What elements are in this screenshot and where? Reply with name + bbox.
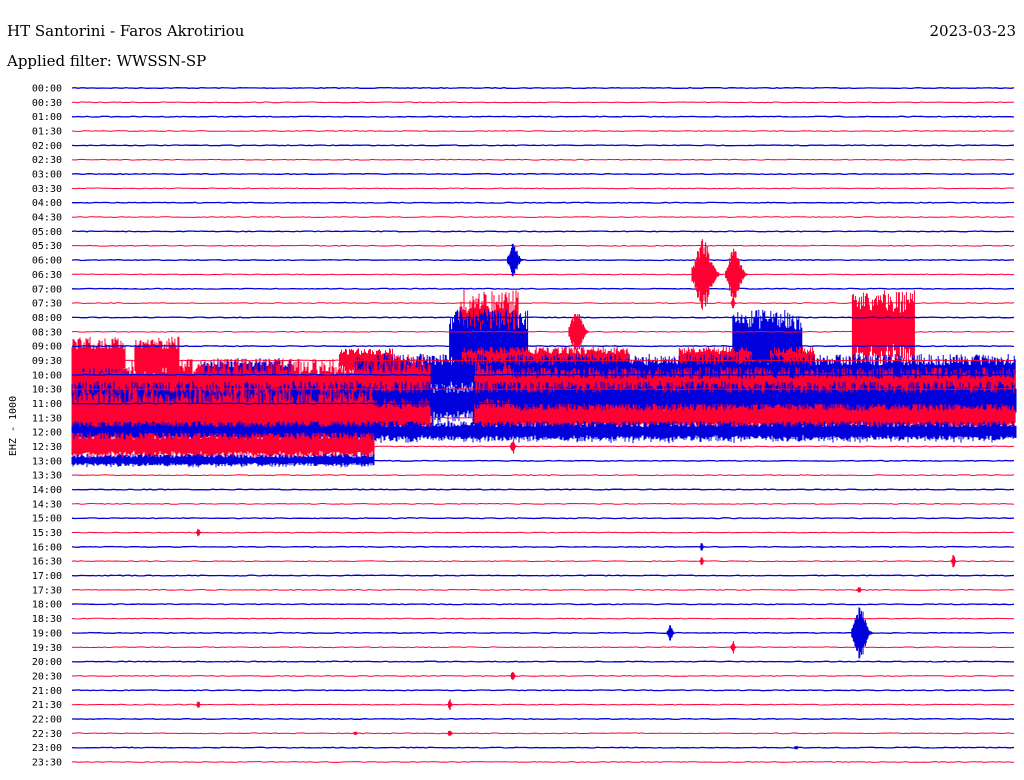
trace-row [71,474,1015,477]
filter-label: Applied filter: WWSSN-SP [6,52,206,70]
tick-label: 05:30 [32,241,62,252]
trace-row [71,373,1015,376]
tick-label: 04:30 [32,213,62,224]
tick-label: 19:30 [32,643,62,654]
tick-label: 05:00 [32,227,62,238]
tick-label: 10:00 [32,370,62,381]
tick-label: 18:30 [32,614,62,625]
tick-label: 15:00 [32,514,62,525]
tick-label: 12:00 [32,428,62,439]
tick-label: 17:00 [32,571,62,582]
tick-label: 06:30 [32,270,62,281]
tick-label: 03:30 [32,184,62,195]
tick-label: 08:00 [32,313,62,324]
tick-label: 21:00 [32,686,62,697]
tick-label: 16:30 [32,557,62,568]
trace-row [71,244,1015,247]
trace-row [71,545,1015,548]
trace-row [71,86,1015,90]
trace-row [71,345,1015,348]
tick-label: 08:30 [32,327,62,338]
tick-label: 10:30 [32,385,62,396]
tick-label: 17:30 [32,585,62,596]
tick-label: 03:00 [32,170,62,181]
trace-row [72,316,1015,319]
tick-label: 23:30 [32,757,62,768]
tick-label: 14:30 [32,499,62,510]
chart-date: 2023-03-23 [930,22,1016,40]
tick-label: 15:30 [32,528,62,539]
trace-row [71,574,1015,577]
tick-label: 12:30 [32,442,62,453]
tick-label: 01:00 [32,112,62,123]
tick-label: 04:00 [32,198,62,209]
tick-label: 11:00 [32,399,62,410]
tick-label: 01:30 [32,127,62,138]
trace-row [71,230,1014,233]
trace-row [71,674,1015,677]
station-title: HT Santorini - Faros Akrotiriou [7,22,245,40]
tick-label: 11:30 [32,413,62,424]
trace-row [71,560,1015,563]
trace-row [71,603,1015,606]
tick-label: 23:00 [32,743,62,754]
trace-row [71,459,1015,462]
tick-label: 13:30 [32,471,62,482]
tick-label: 02:30 [32,155,62,166]
tick-label: 21:30 [32,700,62,711]
trace-row [71,115,1015,118]
tick-label: 20:30 [32,671,62,682]
tick-label: 22:30 [32,729,62,740]
trace-row [71,660,1015,663]
tick-label: 00:00 [32,84,62,95]
trace-row [71,617,1015,620]
trace-row [71,172,1015,176]
channel-label: EHZ - 1000 [8,396,19,456]
tick-label: 00:30 [32,98,62,109]
tick-label: 13:00 [32,456,62,467]
trace-row [71,746,1015,749]
tick-label: 20:00 [32,657,62,668]
tick-label: 16:00 [32,542,62,553]
tick-label: 02:00 [32,141,62,152]
tick-label: 22:00 [32,714,62,725]
trace-row [72,287,1015,290]
tick-label: 14:00 [32,485,62,496]
tick-label: 07:30 [32,299,62,310]
tick-label: 19:00 [32,628,62,639]
tick-label: 09:30 [32,356,62,367]
trace-row [71,431,1015,434]
tick-label: 06:00 [32,256,62,267]
trace-row [71,402,1014,405]
helicorder-chart: HT Santorini - Faros Akrotiriou 2023-03-… [0,0,1024,780]
tick-label: 07:00 [32,284,62,295]
tick-label: 09:00 [32,342,62,353]
tick-label: 18:00 [32,600,62,611]
